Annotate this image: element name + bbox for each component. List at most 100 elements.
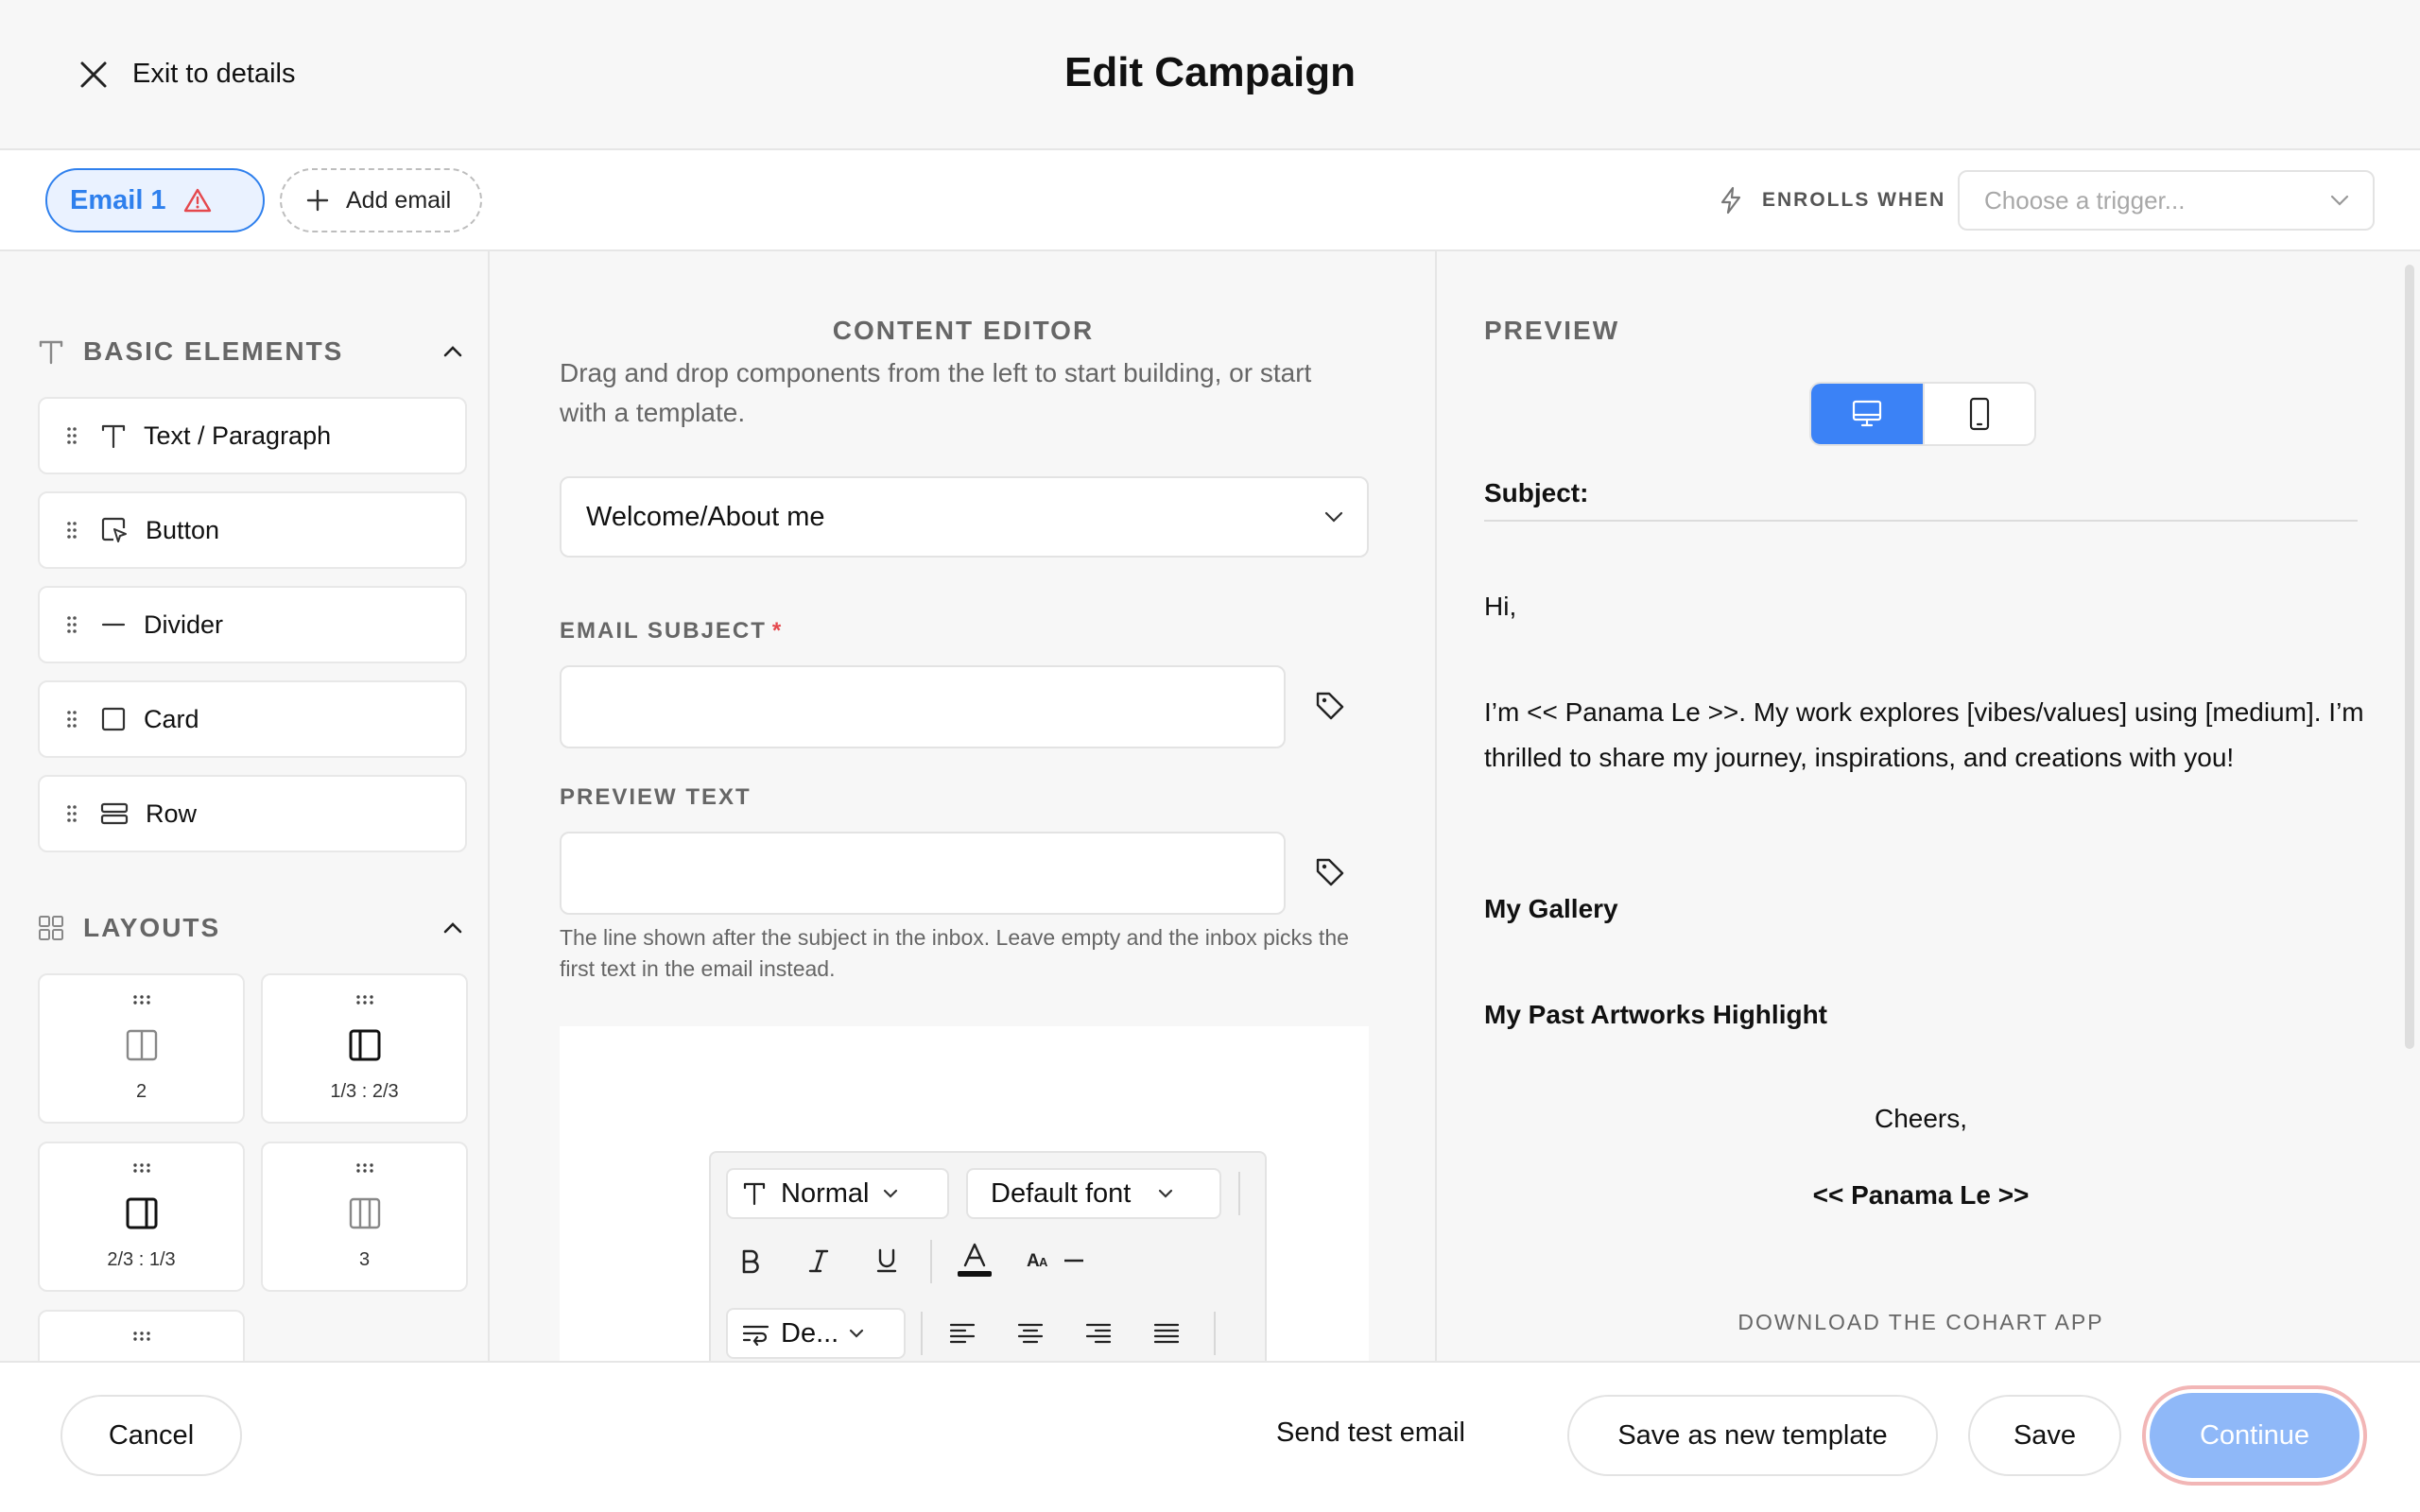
underline-button[interactable] — [866, 1240, 908, 1281]
italic-button[interactable] — [798, 1240, 839, 1281]
chevron-up-icon[interactable] — [442, 921, 463, 935]
preview-panel: PREVIEW Subject: Hi, I’m << Panama Le >>… — [1437, 251, 2420, 1361]
layout-label: 1/3 : 2/3 — [330, 1081, 399, 1102]
drag-handle-icon[interactable] — [132, 994, 151, 1005]
chevron-down-icon — [1157, 1188, 1174, 1199]
drag-handle-icon[interactable] — [355, 1162, 374, 1174]
element-label: Card — [144, 704, 199, 733]
font-family-select[interactable]: Default font — [966, 1168, 1221, 1219]
send-test-email-button[interactable]: Send test email — [1276, 1418, 1465, 1449]
email-tabs-bar: Email 1 Add email ENROLLS WHEN Choose a … — [0, 150, 2420, 251]
chevron-up-icon[interactable] — [442, 345, 463, 358]
enrolls-when-text: ENROLLS WHEN — [1762, 189, 1946, 211]
layout-two-columns[interactable]: 2 — [38, 973, 245, 1124]
toolbar-divider — [921, 1312, 923, 1355]
two-column-layout-icon — [125, 1028, 159, 1062]
preview-text-input[interactable] — [560, 832, 1286, 915]
layout-one-third-two-thirds[interactable]: 1/3 : 2/3 — [261, 973, 468, 1124]
preview-scrollbar[interactable] — [2405, 265, 2414, 1049]
preview-text-label: PREVIEW TEXT — [560, 784, 752, 810]
enrolls-when-label: ENROLLS WHEN — [1719, 186, 1945, 215]
email-tab-label: Email 1 — [70, 184, 166, 215]
elements-panel: BASIC ELEMENTS Text / Paragraph Button D… — [0, 251, 490, 1361]
tag-icon[interactable] — [1314, 690, 1346, 722]
align-center-button[interactable] — [1010, 1312, 1051, 1353]
text-color-button[interactable] — [951, 1238, 998, 1285]
required-asterisk: * — [771, 618, 784, 644]
element-button[interactable]: Button — [38, 491, 467, 569]
device-toggle — [1809, 382, 2036, 446]
preview-signature: << Panama Le >> — [1812, 1180, 2030, 1210]
element-card[interactable]: Card — [38, 680, 467, 758]
toolbar-divider — [1238, 1172, 1240, 1215]
chevron-down-icon — [882, 1188, 899, 1199]
email-subject-label-text: EMAIL SUBJECT — [560, 618, 767, 644]
text-icon — [741, 1180, 768, 1207]
element-label: Row — [146, 799, 198, 828]
bold-button[interactable] — [730, 1240, 771, 1281]
font-size-button[interactable]: AA — [1023, 1240, 1089, 1281]
template-select[interactable]: Welcome/About me — [560, 476, 1369, 558]
cancel-button[interactable]: Cancel — [60, 1395, 242, 1476]
trigger-select[interactable]: Choose a trigger... — [1958, 170, 2375, 231]
align-justify-button[interactable] — [1146, 1312, 1187, 1353]
layout-label: 3 — [358, 1249, 371, 1270]
chevron-down-icon — [848, 1328, 865, 1339]
drag-handle-icon[interactable] — [355, 994, 374, 1005]
chevron-down-icon — [2329, 194, 2350, 207]
layout-card-partial[interactable] — [38, 1310, 245, 1361]
text-style-select[interactable]: Normal — [726, 1168, 949, 1219]
text-format-toolbar: Normal Default font AA De... — [709, 1151, 1267, 1361]
email-1-tab[interactable]: Email 1 — [45, 168, 265, 232]
grid-icon — [38, 915, 64, 941]
svg-text:A: A — [1027, 1251, 1040, 1271]
drag-handle-icon[interactable] — [66, 615, 78, 634]
layout-label: 2/3 : 1/3 — [107, 1249, 176, 1270]
basic-elements-header[interactable]: BASIC ELEMENTS — [38, 333, 463, 370]
line-wrap-select[interactable]: De... — [726, 1308, 906, 1359]
element-text-paragraph[interactable]: Text / Paragraph — [38, 397, 467, 474]
drag-handle-icon[interactable] — [66, 426, 78, 445]
preview-gallery-heading: My Gallery — [1484, 894, 1618, 923]
align-right-button[interactable] — [1078, 1312, 1119, 1353]
drag-handle-icon[interactable] — [66, 521, 78, 540]
download-app-label: DOWNLOAD THE COHART APP — [1737, 1310, 2104, 1334]
layout-two-thirds-one-third[interactable]: 2/3 : 1/3 — [38, 1142, 245, 1292]
button-cursor-icon — [100, 516, 129, 544]
element-row[interactable]: Row — [38, 775, 467, 852]
preview-subject-row: Subject: — [1484, 478, 2358, 522]
layout-label: 2 — [135, 1081, 147, 1102]
drag-handle-icon[interactable] — [132, 1331, 151, 1342]
preview-intro: I’m << Panama Le >>. My work explores [v… — [1484, 697, 2364, 772]
layouts-header[interactable]: LAYOUTS — [38, 909, 463, 947]
continue-button[interactable]: Continue — [2150, 1393, 2360, 1478]
preview-signoff: Cheers, — [1874, 1104, 1968, 1133]
text-icon — [38, 337, 64, 366]
desktop-view-button[interactable] — [1811, 384, 1923, 444]
template-value: Welcome/About me — [586, 501, 825, 532]
three-column-layout-icon — [348, 1196, 382, 1230]
tag-icon[interactable] — [1314, 856, 1346, 888]
divider-icon — [100, 611, 127, 638]
font-family-value: Default font — [991, 1177, 1132, 1209]
mobile-view-button[interactable] — [1923, 384, 2034, 444]
header-bar: Exit to details Edit Campaign — [0, 0, 2420, 150]
element-label: Button — [146, 515, 220, 544]
drag-handle-icon[interactable] — [132, 1162, 151, 1174]
layouts-title: LAYOUTS — [83, 913, 221, 942]
footer-bar: Cancel Send test email Save as new templ… — [0, 1361, 2420, 1512]
preview-subject-label: Subject: — [1484, 478, 1589, 507]
save-button[interactable]: Save — [1968, 1395, 2121, 1476]
continue-button-focus-ring: Continue — [2142, 1385, 2367, 1486]
email-subject-input[interactable] — [560, 665, 1286, 748]
trigger-placeholder: Choose a trigger... — [1984, 185, 2186, 215]
save-as-template-button[interactable]: Save as new template — [1567, 1395, 1938, 1476]
lightning-icon — [1719, 186, 1743, 215]
add-email-button[interactable]: Add email — [280, 168, 482, 232]
layout-three-columns[interactable]: 3 — [261, 1142, 468, 1292]
element-divider[interactable]: Divider — [38, 586, 467, 663]
align-left-button[interactable] — [942, 1312, 983, 1353]
drag-handle-icon[interactable] — [66, 710, 78, 729]
drag-handle-icon[interactable] — [66, 804, 78, 823]
toolbar-divider — [1214, 1312, 1216, 1355]
